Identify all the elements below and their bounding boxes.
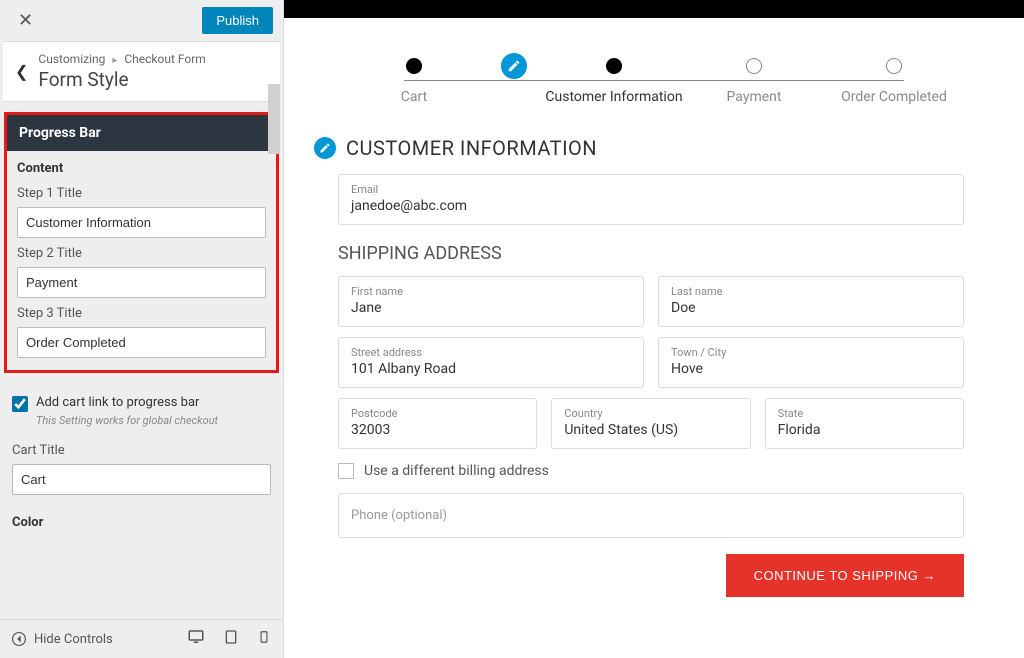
- step-dot-cart: [406, 58, 422, 74]
- progress-bar-section-header: Progress Bar: [7, 115, 276, 151]
- step-label-order-completed: Order Completed: [841, 88, 947, 106]
- email-value: janedoe@abc.com: [351, 198, 951, 214]
- edit-step-icon: [501, 53, 527, 79]
- postcode-field[interactable]: Postcode 32003: [338, 398, 537, 449]
- town-value: Hove: [671, 361, 951, 377]
- step3-title-input[interactable]: [17, 327, 266, 358]
- last-name-field[interactable]: Last name Doe: [658, 276, 964, 327]
- close-button[interactable]: ✕: [10, 6, 41, 35]
- breadcrumb-separator: ▸: [112, 55, 117, 66]
- mobile-icon[interactable]: [257, 628, 271, 650]
- different-billing-checkbox-row[interactable]: Use a different billing address: [338, 463, 964, 479]
- postcode-label: Postcode: [351, 407, 524, 420]
- country-field[interactable]: Country United States (US): [551, 398, 750, 449]
- cart-title-input[interactable]: [12, 464, 271, 495]
- different-billing-checkbox[interactable]: [338, 463, 354, 479]
- step-dot-payment: [746, 58, 762, 74]
- breadcrumb-root: Customizing: [38, 52, 105, 66]
- pencil-icon: [507, 59, 521, 73]
- breadcrumb: Customizing ▸ Checkout Form: [38, 52, 268, 66]
- scrollbar-thumb[interactable]: [268, 84, 280, 154]
- add-cart-link-label: Add cart link to progress bar: [36, 395, 199, 410]
- step3-title-label: Step 3 Title: [17, 306, 266, 321]
- different-billing-label: Use a different billing address: [364, 463, 549, 479]
- step-dot-customer-info: [606, 58, 622, 74]
- step1-title-label: Step 1 Title: [17, 186, 266, 201]
- country-label: Country: [564, 407, 737, 420]
- hide-controls-button[interactable]: Hide Controls: [12, 632, 113, 647]
- last-name-value: Doe: [671, 300, 951, 316]
- add-cart-link-help: This Setting works for global checkout: [36, 414, 271, 427]
- shipping-address-heading: SHIPPING ADDRESS: [338, 243, 964, 264]
- town-city-field[interactable]: Town / City Hove: [658, 337, 964, 388]
- pencil-icon: [319, 142, 331, 154]
- customizer-sidebar: ✕ Publish ❮ Customizing ▸ Checkout Form …: [0, 0, 284, 658]
- add-cart-link-checkbox[interactable]: [12, 396, 28, 412]
- tablet-icon[interactable]: [223, 628, 239, 650]
- state-field[interactable]: State Florida: [765, 398, 964, 449]
- state-label: State: [778, 407, 951, 420]
- hide-controls-label: Hide Controls: [34, 632, 113, 647]
- panel-title: Form Style: [38, 68, 268, 91]
- first-name-field[interactable]: First name Jane: [338, 276, 644, 327]
- desktop-icon[interactable]: [187, 628, 205, 650]
- step-label-payment: Payment: [727, 88, 782, 106]
- section-edit-icon[interactable]: [314, 137, 336, 159]
- publish-button[interactable]: Publish: [202, 7, 273, 34]
- phone-placeholder: Phone (optional): [351, 508, 447, 523]
- progress-bar-section-highlight: Progress Bar Content Step 1 Title Step 2…: [4, 112, 279, 373]
- breadcrumb-leaf: Checkout Form: [124, 52, 205, 66]
- postcode-value: 32003: [351, 422, 524, 438]
- last-name-label: Last name: [671, 285, 951, 298]
- street-address-field[interactable]: Street address 101 Albany Road: [338, 337, 644, 388]
- collapse-icon: [12, 632, 26, 646]
- state-value: Florida: [778, 422, 951, 438]
- cart-title-label: Cart Title: [12, 443, 271, 458]
- step-label-customer-info: Customer Information: [545, 88, 682, 106]
- preview-pane: Cart Customer Information Payment: [284, 0, 1024, 658]
- first-name-value: Jane: [351, 300, 631, 316]
- content-subheading: Content: [17, 161, 266, 176]
- town-label: Town / City: [671, 346, 951, 359]
- email-field[interactable]: Email janedoe@abc.com: [338, 174, 964, 225]
- preview-topbar: [284, 0, 1024, 18]
- progress-step-order-completed[interactable]: Order Completed: [824, 58, 964, 106]
- step1-title-input[interactable]: [17, 207, 266, 238]
- step2-title-input[interactable]: [17, 267, 266, 298]
- country-value: United States (US): [564, 422, 737, 438]
- progress-step-payment[interactable]: Payment: [684, 58, 824, 106]
- step2-title-label: Step 2 Title: [17, 246, 266, 261]
- back-button[interactable]: ❮: [15, 58, 38, 86]
- progress-step-customer-info[interactable]: Customer Information: [544, 58, 684, 106]
- customer-information-heading: CUSTOMER INFORMATION: [346, 136, 597, 160]
- step-label-cart: Cart: [401, 88, 427, 106]
- continue-to-shipping-button[interactable]: CONTINUE TO SHIPPING →: [726, 554, 964, 597]
- email-label: Email: [351, 183, 951, 196]
- first-name-label: First name: [351, 285, 631, 298]
- color-subheading: Color: [12, 515, 271, 530]
- phone-field[interactable]: Phone (optional): [338, 493, 964, 538]
- street-value: 101 Albany Road: [351, 361, 631, 377]
- step-dot-order-completed: [886, 58, 902, 74]
- street-label: Street address: [351, 346, 631, 359]
